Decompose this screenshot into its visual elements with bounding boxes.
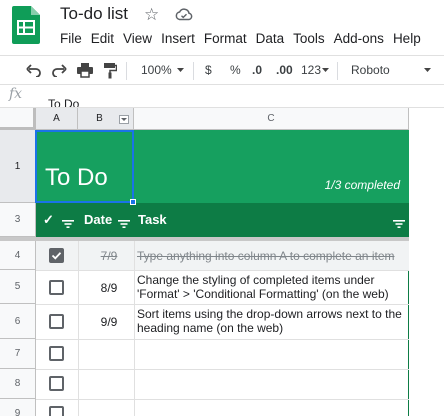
select-all-corner[interactable] — [0, 108, 36, 130]
column-header-c[interactable]: C — [134, 108, 409, 130]
menu-bar: File Edit View Insert Format Data Tools … — [60, 29, 430, 49]
column-header-a[interactable]: A — [36, 108, 78, 130]
toolbar: 100% $ % .0 .00 123 Roboto — [0, 55, 444, 85]
menu-insert[interactable]: Insert — [161, 29, 195, 49]
currency-button[interactable]: $ — [205, 56, 212, 85]
sheets-logo-icon[interactable] — [12, 6, 40, 44]
toolbar-divider — [193, 62, 194, 80]
gridline — [36, 339, 409, 340]
increase-decimals-button[interactable]: .00 — [276, 56, 293, 85]
decrease-decimals-button[interactable]: .0 — [252, 56, 262, 85]
task-date[interactable]: 9/9 — [84, 315, 134, 329]
row-header-6[interactable]: 6 — [0, 304, 36, 339]
checkbox-icon[interactable] — [49, 406, 64, 416]
filter-icon[interactable] — [62, 215, 74, 228]
more-formats-button[interactable]: 123 — [301, 56, 321, 85]
print-icon[interactable] — [77, 63, 93, 79]
row-header-7[interactable]: 7 — [0, 339, 36, 369]
spreadsheet-grid: A B C 1 3 4 5 6 7 8 9 To Do 1/3 complete… — [0, 108, 444, 416]
font-family-select[interactable]: Roboto — [351, 56, 390, 85]
paint-format-icon[interactable] — [103, 62, 117, 80]
filter-icon[interactable] — [118, 215, 130, 228]
row-header-1[interactable]: 1 — [0, 130, 36, 203]
toolbar-divider — [337, 62, 338, 80]
checkbox-icon[interactable] — [49, 248, 64, 263]
menu-add-ons[interactable]: Add-ons — [334, 29, 384, 49]
completion-status: 1/3 completed — [324, 178, 400, 192]
gridline — [36, 270, 409, 271]
fill-handle[interactable] — [130, 199, 136, 205]
gridline — [78, 241, 79, 416]
percent-button[interactable]: % — [230, 56, 241, 85]
document-title[interactable]: To-do list — [60, 4, 128, 24]
chevron-down-icon[interactable] — [322, 68, 329, 74]
filter-dropdown-icon[interactable] — [119, 115, 129, 124]
task-text[interactable]: Sort items using the drop-down arrows ne… — [137, 307, 407, 335]
title-bar: To-do list ☆ File Edit View Insert Forma… — [0, 0, 444, 54]
checkbox-icon[interactable] — [49, 376, 64, 391]
chevron-down-icon[interactable] — [177, 68, 184, 74]
column-header-b-label: B — [96, 113, 103, 124]
row-header-3[interactable]: 3 — [0, 203, 36, 237]
menu-data[interactable]: Data — [256, 29, 285, 49]
checkbox-icon[interactable] — [49, 314, 64, 329]
header-task: Task — [138, 212, 167, 227]
header-date: Date — [84, 212, 113, 227]
undo-icon[interactable] — [26, 63, 42, 79]
row-header-5[interactable]: 5 — [0, 270, 36, 304]
gridline — [134, 241, 135, 416]
zoom-select[interactable]: 100% — [141, 56, 172, 85]
header-done: ✓ — [43, 212, 54, 227]
filter-icon[interactable] — [393, 215, 405, 228]
task-date[interactable]: 7/9 — [84, 249, 134, 263]
star-icon[interactable]: ☆ — [144, 5, 159, 25]
menu-view[interactable]: View — [123, 29, 152, 49]
cloud-saved-icon[interactable] — [175, 7, 193, 21]
chevron-down-icon[interactable] — [424, 68, 431, 74]
task-text[interactable]: Type anything into column A to complete … — [137, 249, 407, 263]
checkbox-icon[interactable] — [49, 346, 64, 361]
menu-tools[interactable]: Tools — [293, 29, 325, 49]
gridline — [36, 369, 409, 370]
menu-help[interactable]: Help — [393, 29, 421, 49]
formula-input[interactable]: To Do — [48, 97, 79, 107]
menu-edit[interactable]: Edit — [91, 29, 114, 49]
menu-format[interactable]: Format — [204, 29, 247, 49]
redo-icon[interactable] — [51, 63, 67, 79]
task-text[interactable]: Change the styling of completed items un… — [137, 273, 407, 301]
menu-file[interactable]: File — [60, 29, 82, 49]
gridline — [36, 399, 409, 400]
task-date[interactable]: 8/9 — [84, 281, 134, 295]
fx-icon: fx — [9, 86, 23, 102]
formula-bar: fx To Do — [0, 86, 444, 108]
selected-cell-outline[interactable] — [35, 130, 134, 203]
gridline — [36, 304, 409, 305]
row-header-9[interactable]: 9 — [0, 399, 36, 416]
row-header-8[interactable]: 8 — [0, 369, 36, 399]
checkbox-icon[interactable] — [49, 280, 64, 295]
row-header-4[interactable]: 4 — [0, 241, 36, 270]
zoom-value: 100% — [141, 63, 172, 77]
font-family-value: Roboto — [351, 63, 390, 77]
toolbar-divider — [126, 62, 127, 80]
